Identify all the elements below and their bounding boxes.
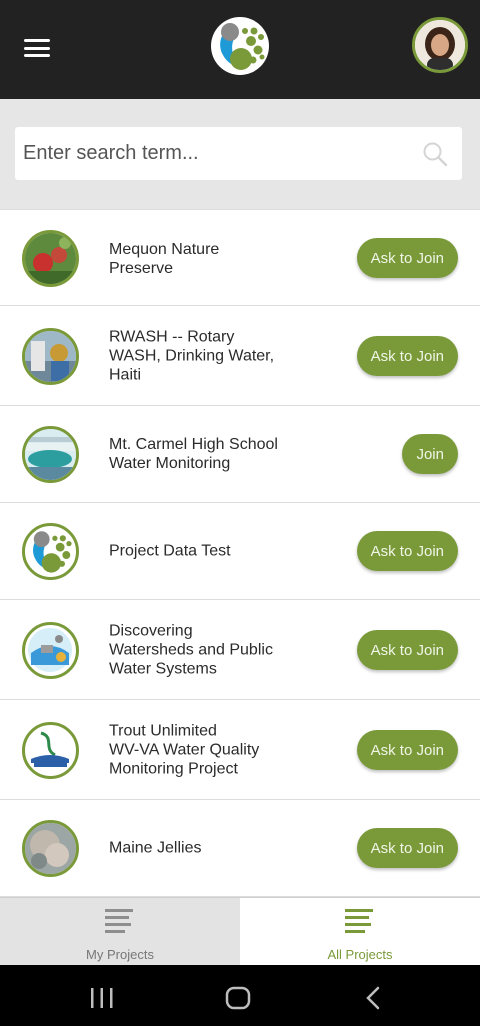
project-row[interactable]: Maine Jellies Ask to Join: [0, 800, 480, 897]
app-logo-icon: [211, 17, 269, 75]
hamburger-menu-icon[interactable]: [24, 39, 50, 57]
join-button[interactable]: Join: [402, 434, 458, 474]
tab-label: My Projects: [86, 947, 154, 962]
system-nav-bar: [0, 965, 480, 1026]
app-bar: [0, 0, 480, 99]
ask-to-join-button[interactable]: Ask to Join: [356, 336, 458, 376]
project-thumbnail: [22, 230, 79, 287]
ask-to-join-button[interactable]: Ask to Join: [356, 828, 458, 868]
project-row[interactable]: RWASH -- Rotary WASH, Drinking Water, Hait…: [0, 306, 480, 406]
project-title: RWASH -- Rotary WASH, Drinking Water, Hait…: [109, 328, 275, 384]
project-title: Discovering Watersheds and Public Water Sy…: [109, 622, 273, 678]
ask-to-join-button[interactable]: Ask to Join: [356, 238, 458, 278]
search-area: [0, 99, 480, 209]
project-row[interactable]: Discovering Watersheds and Public Water Sy…: [0, 600, 480, 700]
project-thumbnail: [22, 523, 79, 580]
list-icon: [345, 909, 373, 933]
back-icon[interactable]: [364, 986, 382, 1010]
project-title: Maine Jellies: [109, 839, 202, 857]
project-thumbnail: [22, 622, 79, 679]
search-icon[interactable]: [422, 141, 448, 167]
recent-apps-icon[interactable]: [90, 987, 114, 1009]
project-row[interactable]: Project Data Test Ask to Join: [0, 503, 480, 600]
project-thumbnail: [22, 426, 79, 483]
project-row[interactable]: Mt. Carmel High School Water Monitoring J…: [0, 406, 480, 503]
project-thumbnail: [22, 328, 79, 385]
project-thumbnail: [22, 722, 79, 779]
project-title: Mequon Nature Preserve: [109, 241, 220, 277]
tab-my-projects[interactable]: My Projects: [0, 898, 240, 966]
project-row[interactable]: Mequon Nature Preserve Ask to Join: [0, 209, 480, 306]
tab-all-projects[interactable]: All Projects: [240, 898, 480, 966]
project-title: Trout Unlimited WV-VA Water Quality Monito…: [109, 722, 260, 778]
bottom-tab-bar: My Projects All Projects: [0, 897, 480, 966]
project-title: Mt. Carmel High School Water Monitoring: [109, 436, 278, 472]
search-box: [15, 127, 462, 180]
project-list: Mequon Nature Preserve Ask to Join RWASH …: [0, 209, 480, 897]
search-input[interactable]: [15, 127, 403, 180]
ask-to-join-button[interactable]: Ask to Join: [356, 531, 458, 571]
project-row[interactable]: Trout Unlimited WV-VA Water Quality Monito…: [0, 700, 480, 800]
tab-label: All Projects: [327, 947, 393, 962]
list-icon: [105, 909, 133, 933]
project-thumbnail: [22, 820, 79, 877]
user-avatar[interactable]: [412, 17, 468, 73]
ask-to-join-button[interactable]: Ask to Join: [356, 730, 458, 770]
home-icon[interactable]: [225, 986, 251, 1010]
project-title: Project Data Test: [109, 542, 231, 560]
ask-to-join-button[interactable]: Ask to Join: [356, 630, 458, 670]
